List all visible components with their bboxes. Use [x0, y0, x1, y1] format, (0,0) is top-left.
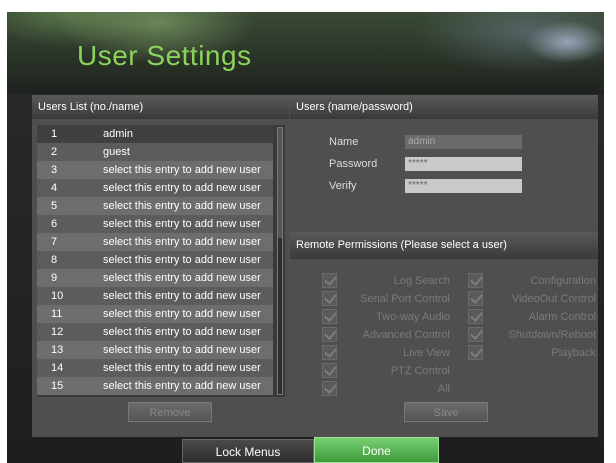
page-title: User Settings [77, 40, 252, 71]
user-settings-window: User Settings Users List (no./name) User… [7, 12, 604, 463]
name-field[interactable]: admin [405, 135, 522, 149]
permission-label: Live View [403, 347, 450, 359]
settings-panel: Users List (no./name) Users (name/passwo… [32, 95, 598, 437]
list-item[interactable]: 10 select this entry to add new user [37, 287, 273, 305]
user-name: select this entry to add new user [103, 362, 261, 374]
user-name: select this entry to add new user [103, 164, 261, 176]
user-number: 1 [51, 128, 58, 140]
user-name: select this entry to add new user [103, 344, 261, 356]
permission-checkbox[interactable] [468, 327, 483, 342]
user-number: 6 [51, 218, 58, 230]
list-scrollbar[interactable] [277, 127, 283, 395]
user-name: select this entry to add new user [103, 182, 261, 194]
user-number: 2 [51, 146, 58, 158]
user-name: select this entry to add new user [103, 272, 261, 284]
permission-label: Playback [551, 347, 596, 359]
user-number: 11 [51, 308, 63, 320]
user-name: admin [103, 128, 133, 140]
list-item[interactable]: 13 select this entry to add new user [37, 341, 273, 359]
permission-label: PTZ Control [390, 365, 450, 377]
remote-permissions-header: Remote Permissions (Please select a user… [290, 232, 598, 259]
user-number: 10 [51, 290, 64, 302]
save-button[interactable]: Save [404, 402, 488, 422]
user-number: 15 [51, 380, 64, 392]
password-label: Password [329, 158, 378, 170]
list-item[interactable]: 12 select this entry to add new user [37, 323, 273, 341]
permission-label: Two-way Audio [376, 311, 450, 323]
list-item[interactable]: 1 admin [37, 125, 273, 143]
list-item[interactable]: 6 select this entry to add new user [37, 215, 273, 233]
users-name-password-header: Users (name/password) [290, 95, 598, 119]
list-item[interactable]: 2 guest [37, 143, 273, 161]
permission-checkbox[interactable] [468, 309, 483, 324]
permission-label: All [437, 383, 450, 395]
user-name: select this entry to add new user [103, 326, 261, 338]
user-name: select this entry to add new user [103, 218, 261, 230]
permission-checkbox[interactable] [322, 381, 337, 396]
permission-label: Log Search [393, 275, 450, 287]
verify-label: Verify [329, 180, 357, 192]
list-item[interactable]: 11 select this entry to add new user [37, 305, 273, 323]
permission-label: Advanced Control [362, 329, 450, 341]
lock-menus-button[interactable]: Lock Menus [182, 439, 314, 463]
permission-checkbox[interactable] [322, 291, 337, 306]
list-item[interactable]: 7 select this entry to add new user [37, 233, 273, 251]
user-name: select this entry to add new user [103, 290, 261, 302]
permission-checkbox[interactable] [322, 309, 337, 324]
user-name: guest [103, 146, 130, 158]
permission-checkbox[interactable] [468, 291, 483, 306]
permission-label: Configuration [530, 275, 596, 287]
verify-field[interactable]: ***** [405, 179, 522, 193]
list-item[interactable]: 8 select this entry to add new user [37, 251, 273, 269]
user-number: 7 [51, 236, 58, 248]
user-number: 9 [51, 272, 58, 284]
permission-checkbox[interactable] [322, 363, 337, 378]
user-number: 13 [51, 344, 64, 356]
user-name: select this entry to add new user [103, 236, 261, 248]
permission-checkbox[interactable] [322, 345, 337, 360]
permission-checkbox[interactable] [322, 273, 337, 288]
list-item[interactable]: 4 select this entry to add new user [37, 179, 273, 197]
name-label: Name [329, 136, 359, 148]
user-name: select this entry to add new user [103, 254, 261, 266]
user-number: 4 [51, 182, 58, 194]
permission-label: Alarm Control [528, 311, 596, 323]
user-name: select this entry to add new user [103, 380, 261, 392]
list-item[interactable]: 15 select this entry to add new user [37, 377, 273, 395]
permission-checkbox[interactable] [468, 345, 483, 360]
user-number: 3 [51, 164, 58, 176]
scrollbar-thumb[interactable] [278, 128, 282, 238]
user-name: select this entry to add new user [103, 308, 261, 320]
permission-checkbox[interactable] [468, 273, 483, 288]
user-number: 14 [51, 362, 64, 374]
user-number: 5 [51, 200, 58, 212]
permission-label: Shutdown/Reboot [508, 329, 596, 341]
permission-label: VideoOut Control [511, 293, 596, 305]
user-number: 8 [51, 254, 58, 266]
users-list: 1 admin 2 guest 3 select this entry to add ne… [37, 125, 285, 397]
list-item[interactable]: 3 select this entry to add new user [37, 161, 273, 179]
list-item[interactable]: 14 select this entry to add new user [37, 359, 273, 377]
permission-checkbox[interactable] [322, 327, 337, 342]
done-button[interactable]: Done [314, 437, 439, 463]
remove-button[interactable]: Remove [128, 402, 212, 422]
user-name: select this entry to add new user [103, 200, 261, 212]
password-field[interactable]: ***** [405, 157, 522, 171]
list-item[interactable]: 5 select this entry to add new user [37, 197, 273, 215]
list-item[interactable]: 9 select this entry to add new user [37, 269, 273, 287]
users-list-header: Users List (no./name) [32, 95, 289, 119]
permission-label: Serial Port Control [360, 293, 450, 305]
user-number: 12 [51, 326, 64, 338]
